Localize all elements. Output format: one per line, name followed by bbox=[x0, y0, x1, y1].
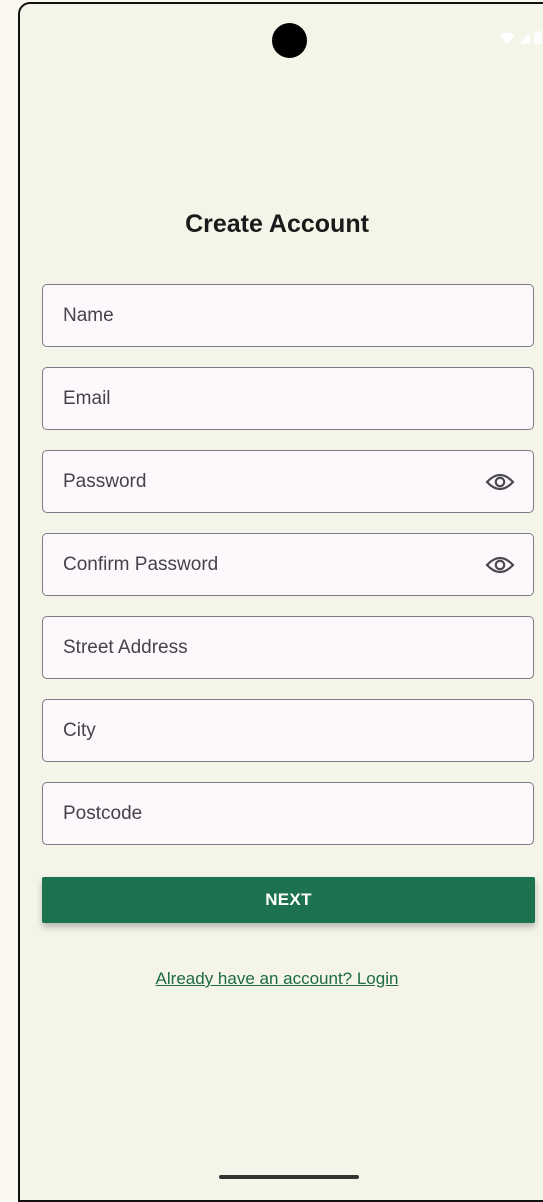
signal-icon bbox=[519, 32, 530, 44]
battery-icon bbox=[534, 31, 542, 45]
wifi-icon bbox=[499, 32, 515, 44]
status-bar: 1:34 bbox=[20, 4, 543, 84]
email-field-container bbox=[42, 367, 534, 430]
city-field[interactable] bbox=[43, 700, 533, 761]
street-address-field-container bbox=[42, 616, 534, 679]
show-confirm-password-eye-icon[interactable] bbox=[485, 552, 515, 578]
street-address-field[interactable] bbox=[43, 617, 533, 678]
postcode-field-container bbox=[42, 782, 534, 845]
postcode-field[interactable] bbox=[43, 783, 533, 844]
confirm-password-field-container bbox=[42, 533, 534, 596]
next-button[interactable]: NEXT bbox=[42, 877, 535, 923]
page-title: Create Account bbox=[185, 210, 369, 238]
home-indicator[interactable] bbox=[219, 1175, 359, 1179]
show-password-eye-icon[interactable] bbox=[485, 469, 515, 495]
city-field-container bbox=[42, 699, 534, 762]
name-field[interactable] bbox=[43, 285, 533, 346]
confirm-password-field[interactable] bbox=[43, 534, 533, 595]
name-field-container bbox=[42, 284, 534, 347]
status-icons bbox=[499, 31, 542, 45]
phone-screen: 1:34 Create Account Name Email Street Ad… bbox=[18, 2, 543, 1202]
password-field-container bbox=[42, 450, 534, 513]
email-field[interactable] bbox=[43, 368, 533, 429]
password-field[interactable] bbox=[43, 451, 533, 512]
camera-cutout bbox=[272, 23, 307, 58]
login-link[interactable]: Already have an account? Login bbox=[20, 969, 534, 989]
status-time: 1:34 bbox=[62, 32, 94, 49]
